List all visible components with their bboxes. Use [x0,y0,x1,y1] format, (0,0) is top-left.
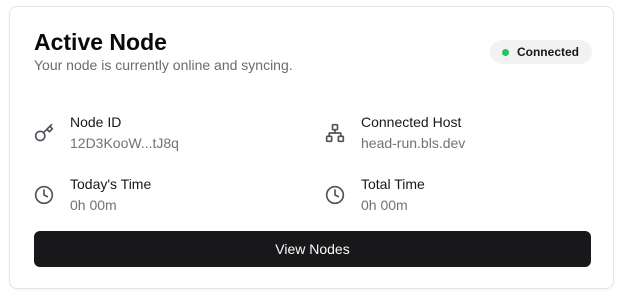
connected-host-item: Connected Host head-run.bls.dev [325,113,465,152]
network-icon [325,123,345,143]
clock-icon [34,185,54,205]
todays-time-label: Today's Time [70,176,152,192]
active-node-card: Active Node Your node is currently onlin… [9,6,614,289]
todays-time-value: 0h 00m [70,197,117,213]
card-subtitle: Your node is currently online and syncin… [34,57,293,73]
node-id-item: Node ID 12D3KooW...tJ8q [34,113,179,152]
clock-icon [325,185,345,205]
node-id-value: 12D3KooW...tJ8q [70,135,179,151]
card-title: Active Node [34,29,167,55]
status-badge: Connected [489,40,592,64]
connected-host-label: Connected Host [361,114,462,130]
status-label: Connected [516,45,579,59]
total-time-value: 0h 00m [361,197,408,213]
view-nodes-button[interactable]: View Nodes [34,231,591,267]
node-id-label: Node ID [70,114,122,130]
total-time-item: Total Time 0h 00m [325,175,425,214]
todays-time-item: Today's Time 0h 00m [34,175,151,214]
status-dot-icon [501,48,509,56]
total-time-label: Total Time [361,176,425,192]
connected-host-value: head-run.bls.dev [361,135,466,151]
key-icon [34,123,54,143]
